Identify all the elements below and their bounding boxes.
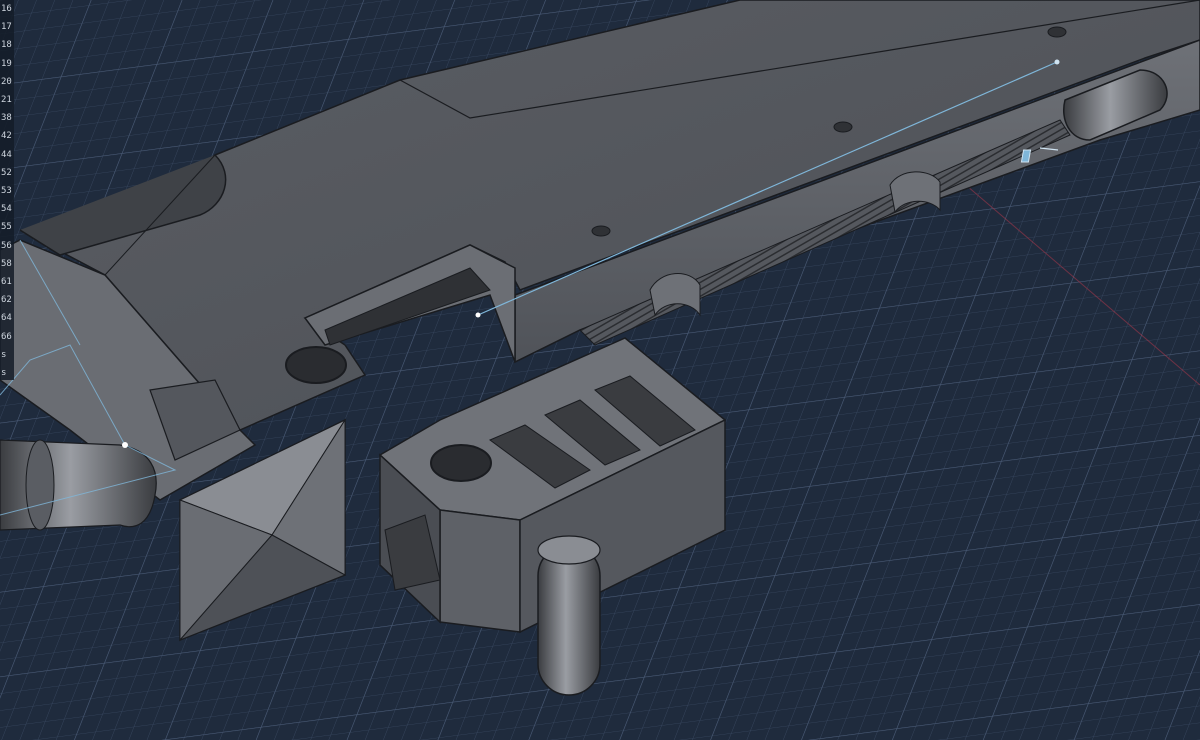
dowel-pin-top xyxy=(537,535,601,565)
ruler-tick: 16 xyxy=(1,4,12,14)
ruler-tick: 54 xyxy=(1,204,12,215)
ruler-tick: 42 xyxy=(1,131,12,142)
ruler-tick: 61 xyxy=(1,277,12,287)
ruler-tick: 38 xyxy=(1,113,12,124)
ruler-tick: s xyxy=(1,349,7,360)
model-scene[interactable] xyxy=(0,0,1200,740)
ruler-tick: s xyxy=(1,368,7,378)
ruler-tick: 58 xyxy=(1,258,12,269)
ruler-tick: 56 xyxy=(1,240,12,251)
ruler-tick: 44 xyxy=(1,149,12,160)
ruler-tick: 64 xyxy=(1,313,12,324)
ruler-tick: 52 xyxy=(1,167,12,178)
left-shaft-ring xyxy=(25,439,55,531)
ruler-tick: 21 xyxy=(1,95,12,105)
dowel-pin xyxy=(537,544,601,696)
ruler-tick: 17 xyxy=(1,22,12,33)
selection-point[interactable] xyxy=(475,312,481,318)
ruler-tick: 66 xyxy=(1,331,12,342)
clamp-hole xyxy=(430,444,492,482)
cad-viewport[interactable]: 16 17 18 19 20 21 38 42 44 52 53 54 55 56 58 61 62 64 66 s s xyxy=(0,0,1200,740)
ruler-tick: 20 xyxy=(1,76,12,87)
ruler-tick: 55 xyxy=(1,222,12,233)
left-shaft xyxy=(0,439,157,531)
selection-point[interactable] xyxy=(1054,59,1060,65)
ruler-tick: 53 xyxy=(1,186,12,196)
selection-point[interactable] xyxy=(122,442,128,448)
ruler-tick: 19 xyxy=(1,58,12,69)
clamp-block-front xyxy=(439,509,521,633)
ruler-tick: 62 xyxy=(1,295,12,306)
bolt-hole xyxy=(1047,26,1067,38)
row-index-ruler: 16 17 18 19 20 21 38 42 44 52 53 54 55 56 58 61 62 64 66 s s xyxy=(0,0,14,380)
bolt-hole xyxy=(833,121,853,133)
mount-hole xyxy=(285,346,347,384)
bolt-hole xyxy=(591,225,611,237)
ruler-tick: 18 xyxy=(1,40,12,51)
